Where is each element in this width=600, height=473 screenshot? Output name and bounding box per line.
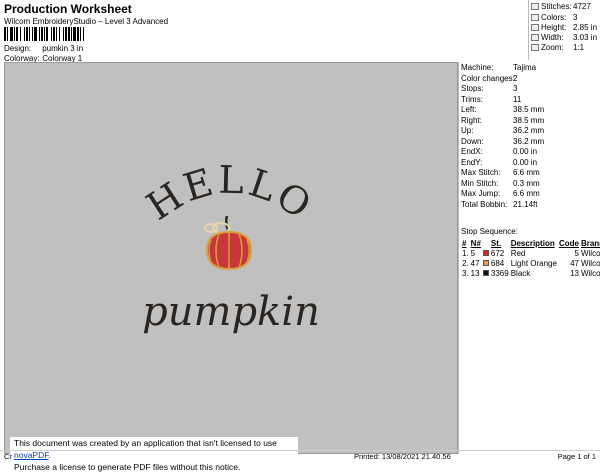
col-stitches: St. bbox=[490, 238, 502, 248]
stop-sequence-row: 3.133369Black13Wilcom bbox=[461, 268, 600, 278]
design-value: pumkin 3 in bbox=[42, 44, 84, 53]
hello-arc-text: HELLO bbox=[139, 158, 321, 229]
col-description: Description bbox=[510, 238, 555, 248]
stat-width: Width: 3.03 in bbox=[541, 33, 598, 42]
worksheet-title: Production Worksheet bbox=[4, 2, 132, 16]
page-number: Page 1 of 1 bbox=[557, 452, 596, 461]
col-needle: N# bbox=[470, 238, 481, 248]
design-row: Design: pumkin 3 in bbox=[4, 44, 83, 53]
machine-info-row: Down: 36.2 mm bbox=[461, 136, 545, 146]
stitches-icon bbox=[531, 3, 539, 10]
col-brand: Brand bbox=[580, 238, 600, 248]
height-icon bbox=[531, 24, 539, 31]
color-code: 13 bbox=[570, 268, 579, 278]
footer-divider bbox=[0, 450, 600, 451]
needle-number: 13 bbox=[470, 268, 480, 278]
machine-info-row: Trims: 11 bbox=[461, 94, 522, 104]
software-subtitle: Wilcom EmbroideryStudio – Level 3 Advanc… bbox=[4, 17, 169, 26]
footer-left-text: Cr bbox=[4, 452, 12, 461]
zoom-icon bbox=[531, 44, 539, 51]
colors-icon bbox=[531, 14, 539, 21]
machine-info-panel: Machine: Tajima Color changes:2 Stops: 3 Trim… bbox=[458, 62, 600, 454]
thread-brand: Wilcom bbox=[580, 268, 600, 278]
machine-info-row: Up: 36.2 mm bbox=[461, 126, 545, 135]
stitch-count: 684 bbox=[490, 258, 505, 268]
machine-info-row: Right: 38.5 mm bbox=[461, 115, 545, 125]
machine-info-row: EndX: 0.00 in bbox=[461, 147, 538, 156]
thread-color-swatch bbox=[482, 260, 489, 267]
stop-sequence-row: 1.5672Red5Wilcom bbox=[461, 248, 600, 258]
stat-zoom: Zoom: 1:1 bbox=[541, 43, 585, 52]
color-description: Light Orange bbox=[510, 258, 557, 268]
stitch-count: 672 bbox=[490, 248, 505, 258]
color-swatch bbox=[482, 248, 490, 258]
embroidery-design: HELLO pumpkin bbox=[139, 158, 321, 335]
novapdf-link[interactable]: novaPDF bbox=[14, 450, 49, 460]
pumpkin-script-text: pumpkin bbox=[142, 289, 320, 335]
machine-info-row: Stops: 3 bbox=[461, 84, 518, 93]
color-description: Red bbox=[510, 248, 526, 258]
machine-info-row: EndY: 0.00 in bbox=[461, 157, 538, 167]
stop-sequence-row: 2.47684Light Orange47Wilcom bbox=[461, 258, 600, 268]
thread-brand: Wilcom bbox=[580, 248, 600, 258]
stop-sequence-table: # N# St. Description Code Brand 1.5672Re… bbox=[461, 238, 600, 278]
stat-colors: Colors: 3 bbox=[541, 13, 578, 22]
stop-sequence-heading: Stop Sequence: bbox=[461, 227, 518, 236]
design-stats-box: Stitches:4727 Colors: 3 Height: 2.85 in Wi… bbox=[528, 0, 600, 60]
col-code: Code bbox=[558, 238, 579, 248]
thread-color-swatch bbox=[482, 250, 489, 257]
pumpkin-icon bbox=[204, 215, 253, 271]
color-description: Black bbox=[510, 268, 531, 278]
thread-brand: Wilcom bbox=[580, 258, 600, 268]
color-swatch bbox=[482, 258, 490, 268]
printed-timestamp: Printed: 13/08/2021 21.40.56 bbox=[354, 452, 451, 461]
barcode-image bbox=[4, 27, 108, 41]
thread-color-swatch bbox=[482, 270, 489, 277]
col-index: # bbox=[462, 238, 467, 248]
needle-number: 47 bbox=[470, 258, 480, 268]
color-swatch bbox=[482, 268, 490, 278]
stat-stitches: Stitches:4727 bbox=[541, 2, 591, 11]
machine-info-row: Min Stitch: 0.3 mm bbox=[461, 178, 540, 188]
width-icon bbox=[531, 34, 539, 41]
stitch-count: 3369 bbox=[490, 268, 509, 278]
needle-number: 5 bbox=[470, 248, 476, 258]
machine-info-row: Total Bobbin: 21.14ft bbox=[461, 199, 538, 209]
seq-index: 2. bbox=[462, 258, 469, 268]
machine-info-row: Machine: Tajima bbox=[461, 63, 537, 72]
seq-index: 1. bbox=[462, 248, 469, 258]
machine-info-row: Max Jump: 6.6 mm bbox=[461, 189, 540, 198]
color-code: 5 bbox=[574, 248, 579, 258]
seq-index: 3. bbox=[462, 268, 469, 278]
col-swatch bbox=[482, 238, 490, 248]
machine-info-row: Max Stitch: 6.6 mm bbox=[461, 168, 540, 177]
design-label: Design: bbox=[4, 44, 32, 53]
stat-height: Height: 2.85 in bbox=[541, 23, 598, 32]
machine-info-row: Left: 38.5 mm bbox=[461, 105, 545, 114]
design-preview-canvas: HELLO pumpkin bbox=[4, 62, 458, 454]
color-code: 47 bbox=[570, 258, 579, 268]
machine-info-row: Color changes:2 bbox=[461, 73, 518, 83]
